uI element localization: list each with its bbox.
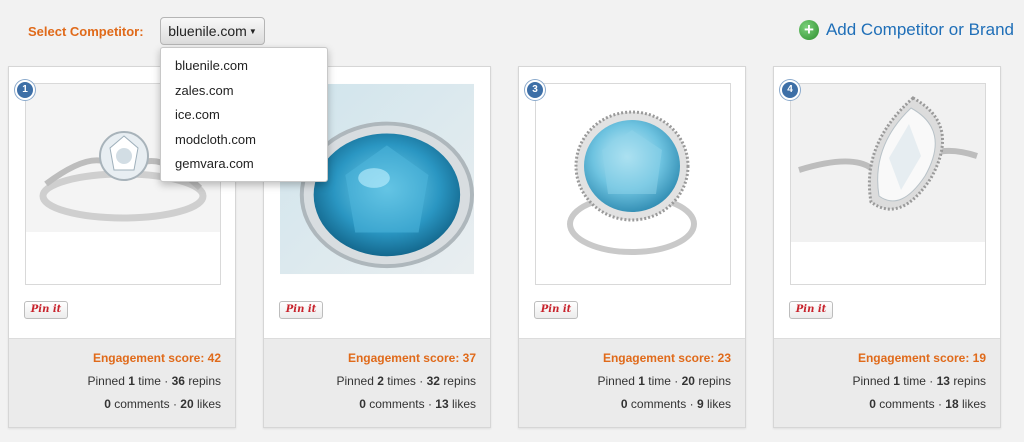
like-count: 18	[945, 397, 959, 411]
repin-count: 20	[681, 374, 695, 388]
likes-label: likes	[451, 397, 476, 411]
comments-line: 0 comments · 18 likes	[774, 397, 986, 411]
separator: ·	[164, 374, 169, 388]
comment-count: 0	[620, 397, 628, 411]
repin-count: 36	[171, 374, 185, 388]
product-image-frame[interactable]	[790, 83, 986, 285]
pins-word: time	[138, 374, 161, 388]
select-competitor-label: Select Competitor:	[28, 24, 144, 39]
pin-count: 1	[638, 374, 645, 388]
ring-image	[791, 84, 985, 242]
pinit-button[interactable]: Pin it	[789, 301, 833, 319]
separator: ·	[419, 374, 424, 388]
pin-card: 3 Pin it Engagement score: 23 Pinned 1 t…	[518, 66, 746, 428]
repins-label: repins	[443, 374, 476, 388]
top-bar: Select Competitor: bluenile.com ▼ + Add …	[0, 0, 1024, 62]
ring-image	[536, 84, 730, 284]
dropdown-option-zales[interactable]: zales.com	[161, 79, 327, 104]
dropdown-option-bluenile[interactable]: bluenile.com	[161, 54, 327, 79]
pinned-line: Pinned 2 times · 32 repins	[264, 374, 477, 388]
comments-line: 0 comments · 13 likes	[264, 397, 476, 411]
pins-word: time	[648, 374, 671, 388]
comments-label: comments	[114, 397, 170, 411]
like-count: 9	[696, 397, 704, 411]
repin-count: 32	[426, 374, 440, 388]
stats-panel: Engagement score: 37 Pinned 2 times · 32…	[264, 338, 490, 427]
pinit-button[interactable]: Pin it	[534, 301, 578, 319]
competitor-dropdown-menu: bluenile.com zales.com ice.com modcloth.…	[160, 47, 328, 182]
pinit-button[interactable]: Pin it	[279, 301, 323, 319]
pinned-label: Pinned	[597, 374, 635, 388]
comments-line: 0 comments · 20 likes	[9, 397, 221, 411]
repins-label: repins	[698, 374, 731, 388]
pins-word: times	[387, 374, 416, 388]
rank-badge: 4	[780, 80, 800, 100]
pinned-label: Pinned	[852, 374, 890, 388]
engagement-score: Engagement score: 42	[92, 351, 221, 365]
engagement-score: Engagement score: 37	[347, 351, 476, 365]
pinned-line: Pinned 1 time · 13 repins	[774, 374, 987, 388]
repins-label: repins	[188, 374, 221, 388]
likes-label: likes	[706, 397, 731, 411]
pin-count: 2	[377, 374, 384, 388]
separator: ·	[937, 397, 942, 411]
comment-count: 0	[869, 397, 876, 411]
add-competitor-button[interactable]: + Add Competitor or Brand	[798, 20, 1014, 40]
comments-line: 0 comments · 9 likes	[519, 397, 731, 411]
separator: ·	[172, 397, 177, 411]
rank-badge: 3	[525, 80, 545, 100]
engagement-score: Engagement score: 23	[602, 351, 731, 365]
pinned-line: Pinned 1 time · 36 repins	[9, 374, 222, 388]
likes-label: likes	[961, 397, 986, 411]
separator: ·	[674, 374, 679, 388]
pinned-label: Pinned	[336, 374, 374, 388]
caret-down-icon: ▼	[248, 26, 257, 36]
repins-label: repins	[953, 374, 986, 388]
likes-label: likes	[196, 397, 221, 411]
comments-label: comments	[369, 397, 425, 411]
competitor-select-value: bluenile.com	[168, 23, 247, 39]
competitor-select[interactable]: bluenile.com ▼	[160, 17, 265, 45]
pins-word: time	[903, 374, 926, 388]
repin-count: 13	[936, 374, 950, 388]
comment-count: 0	[104, 397, 111, 411]
dropdown-option-ice[interactable]: ice.com	[161, 103, 327, 128]
comments-label: comments	[630, 397, 687, 411]
stats-panel: Engagement score: 23 Pinned 1 time · 20 …	[519, 338, 745, 427]
comments-label: comments	[879, 397, 935, 411]
pinned-label: Pinned	[87, 374, 125, 388]
rank-badge: 1	[15, 80, 35, 100]
plus-circle-icon: +	[798, 20, 819, 40]
separator: ·	[929, 374, 934, 388]
separator: ·	[689, 397, 694, 411]
pin-card: 4 Pin it Engagement score: 19 Pinned 1 t…	[773, 66, 1001, 428]
engagement-score: Engagement score: 19	[857, 351, 986, 365]
dropdown-option-modcloth[interactable]: modcloth.com	[161, 128, 327, 153]
separator: ·	[427, 397, 432, 411]
like-count: 13	[435, 397, 449, 411]
like-count: 20	[180, 397, 194, 411]
product-image-frame[interactable]	[535, 83, 731, 285]
add-competitor-label: Add Competitor or Brand	[825, 20, 1014, 39]
comment-count: 0	[359, 397, 366, 411]
pin-count: 1	[128, 374, 135, 388]
pin-count: 1	[893, 374, 900, 388]
pinit-button[interactable]: Pin it	[24, 301, 68, 319]
stats-panel: Engagement score: 42 Pinned 1 time · 36 …	[9, 338, 235, 427]
dropdown-option-gemvara[interactable]: gemvara.com	[161, 152, 327, 177]
pinned-line: Pinned 1 time · 20 repins	[519, 374, 732, 388]
stats-panel: Engagement score: 19 Pinned 1 time · 13 …	[774, 338, 1000, 427]
